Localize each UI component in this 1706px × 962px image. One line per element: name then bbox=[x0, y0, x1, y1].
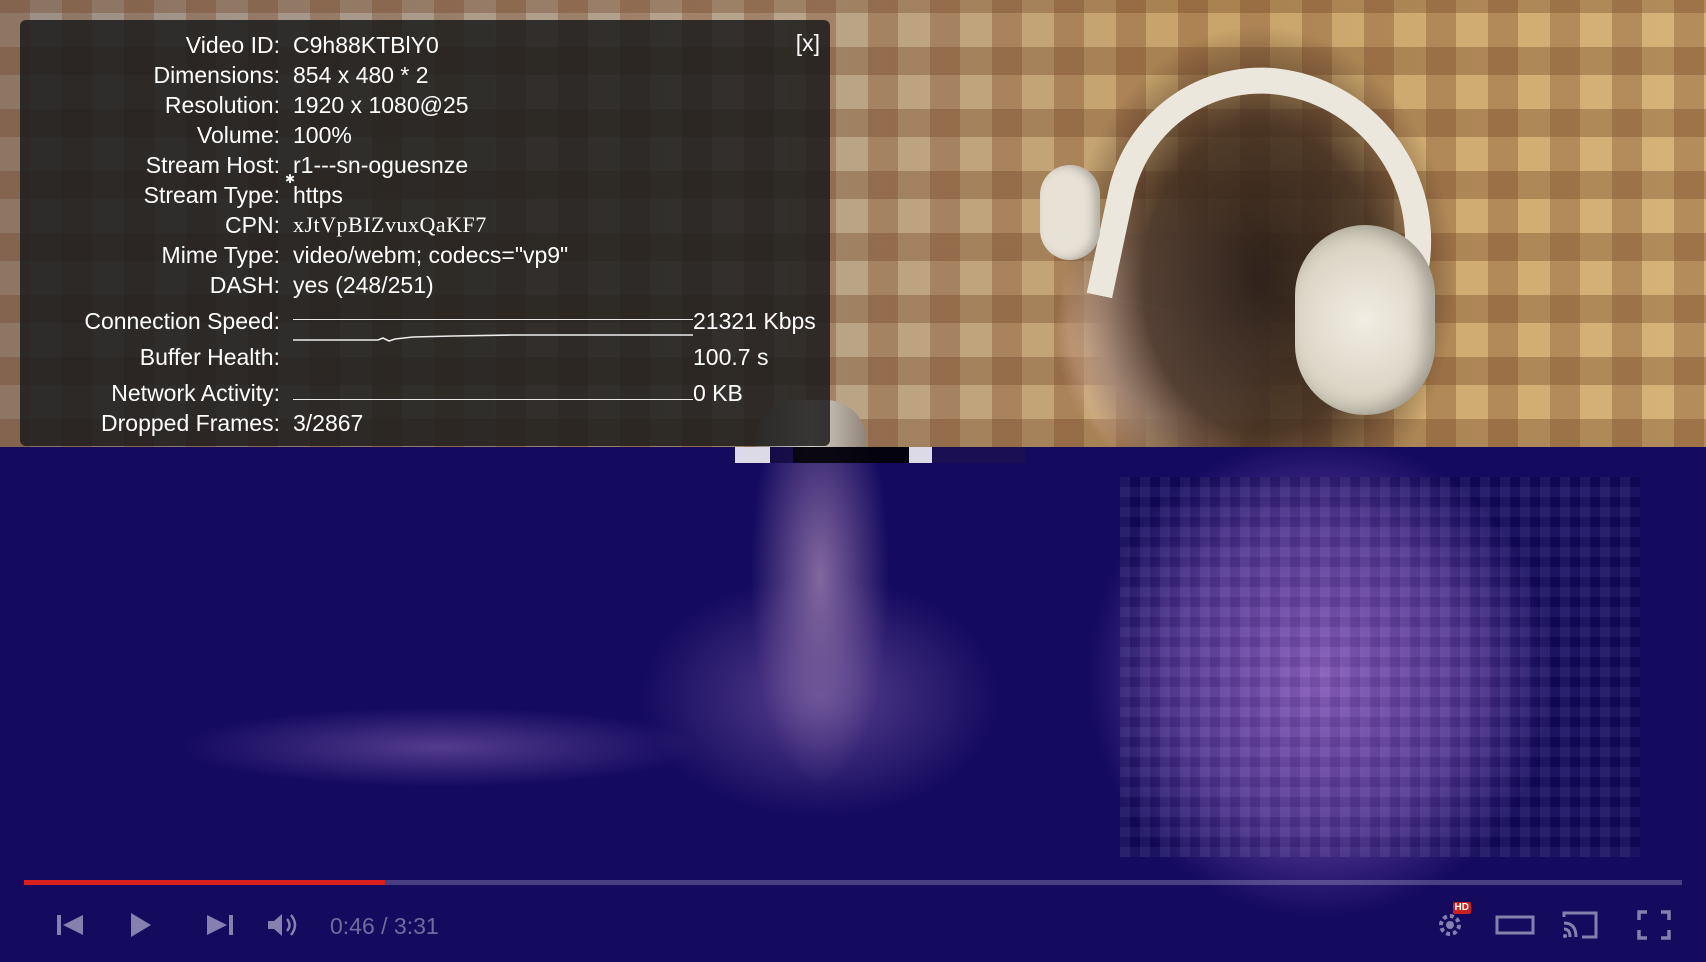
stat-value-dropped-frames: 3/2867 bbox=[293, 410, 364, 436]
stat-value-dimensions: 854 x 480 * 2 bbox=[293, 62, 429, 88]
stat-label: Stream Type: bbox=[143, 182, 280, 208]
headphone-left-cup bbox=[1040, 165, 1100, 260]
progress-bar[interactable] bbox=[24, 880, 1682, 885]
time-display: 0:46 / 3:31 bbox=[330, 913, 439, 939]
buffer-health-graph bbox=[293, 322, 693, 356]
stats-close-button[interactable]: [x] bbox=[796, 30, 820, 56]
fullscreen-button[interactable] bbox=[1632, 907, 1676, 943]
next-icon bbox=[205, 912, 235, 938]
fullscreen-icon bbox=[1637, 910, 1671, 940]
theater-mode-button[interactable] bbox=[1490, 907, 1540, 943]
glitch-tear-line bbox=[735, 447, 1025, 463]
previous-button[interactable] bbox=[50, 907, 90, 943]
stat-label: Video ID: bbox=[185, 32, 280, 58]
stat-value-video-id: C9h88KTBlY0 bbox=[293, 32, 439, 58]
hd-badge: HD bbox=[1452, 902, 1471, 914]
stat-label: Resolution: bbox=[164, 92, 280, 118]
stat-label: Connection Speed: bbox=[84, 308, 280, 334]
stat-value-volume: 100% bbox=[293, 122, 352, 148]
stat-value-mime-type: video/webm; codecs="vp9" bbox=[293, 242, 569, 268]
play-button[interactable] bbox=[120, 907, 160, 943]
stat-value-cpn: xJtVpBIZvuxQaKF7 bbox=[293, 212, 487, 237]
volume-button[interactable] bbox=[262, 907, 304, 943]
stat-value-resolution: 1920 x 1080@25 bbox=[293, 92, 469, 118]
settings-icon: HD bbox=[1435, 902, 1471, 940]
stat-label: Buffer Health: bbox=[139, 344, 280, 370]
stat-label: Dimensions: bbox=[153, 62, 280, 88]
headphone-right-cup bbox=[1295, 225, 1435, 415]
next-button[interactable] bbox=[200, 907, 240, 943]
progress-bar-played bbox=[24, 880, 386, 885]
mouse-cursor-icon: ✱ bbox=[285, 172, 296, 186]
stats-for-nerds-panel: [x] Video ID: C9h88KTBlY0 Dimensions: 85… bbox=[20, 20, 830, 446]
stat-label: DASH: bbox=[209, 272, 280, 298]
network-activity-graph bbox=[293, 366, 693, 400]
theater-mode-icon bbox=[1495, 913, 1535, 937]
stat-label: Stream Host: bbox=[145, 152, 280, 178]
stat-value-stream-type: https bbox=[293, 182, 343, 208]
connection-speed-readout: 21321 Kbps bbox=[693, 308, 816, 334]
video-player[interactable]: [x] Video ID: C9h88KTBlY0 Dimensions: 85… bbox=[0, 0, 1706, 962]
play-icon bbox=[125, 910, 155, 940]
volume-icon bbox=[266, 911, 300, 939]
glitch-pixel-blocks bbox=[1120, 477, 1640, 857]
stat-label: CPN: bbox=[225, 212, 280, 238]
cast-button[interactable] bbox=[1555, 907, 1605, 943]
connection-speed-graph bbox=[293, 286, 693, 320]
buffer-health-line bbox=[293, 334, 693, 342]
buffer-health-readout: 100.7 s bbox=[693, 344, 769, 370]
stat-label: Mime Type: bbox=[161, 242, 280, 268]
cast-icon bbox=[1560, 909, 1600, 941]
player-controls: 0:46 / 3:31 HD bbox=[0, 895, 1706, 957]
stat-label: Volume: bbox=[196, 122, 280, 148]
stat-value-stream-host: r1---sn-oguesnze bbox=[293, 152, 469, 178]
previous-icon bbox=[55, 912, 85, 938]
settings-button[interactable]: HD bbox=[1428, 902, 1472, 943]
stat-label: Network Activity: bbox=[111, 380, 280, 406]
stat-label: Dropped Frames: bbox=[101, 410, 280, 436]
network-activity-readout: 0 KB bbox=[693, 380, 743, 406]
